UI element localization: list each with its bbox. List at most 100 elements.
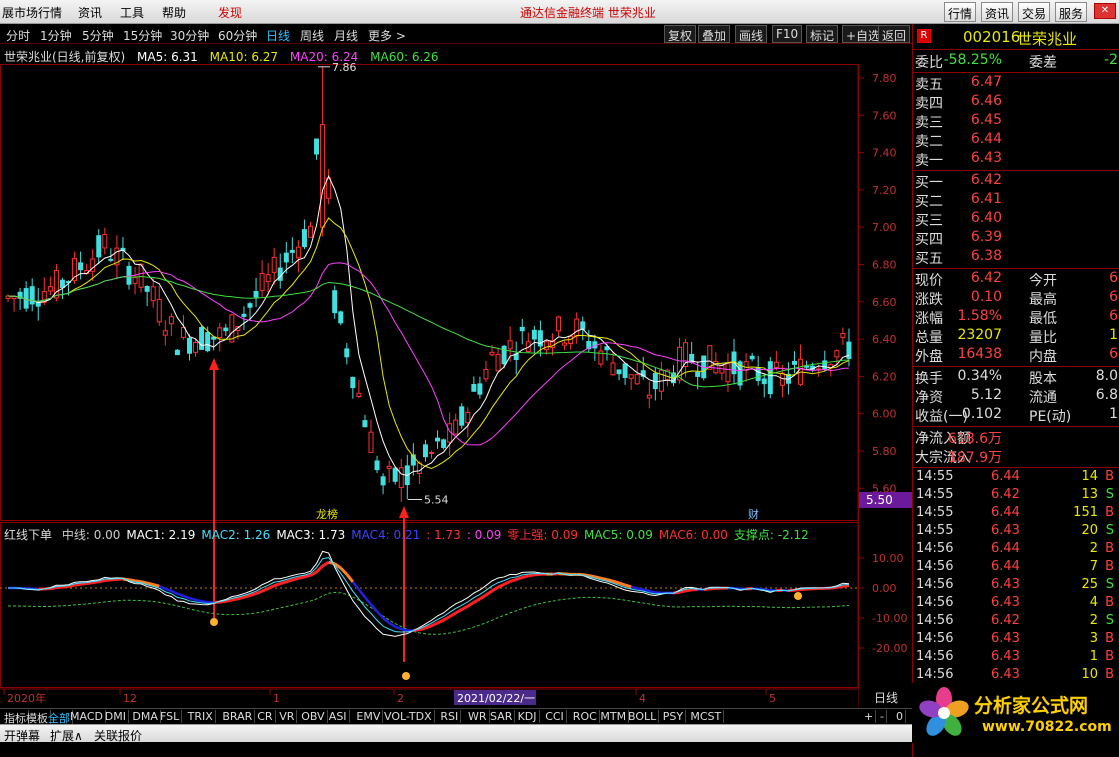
indicator-tab[interactable]: PSY — [661, 710, 687, 723]
stock-name: 世荣兆业 — [1017, 30, 1078, 48]
row-value: 5.12 — [970, 387, 1002, 403]
fuquan-button[interactable]: 复权 — [664, 25, 697, 43]
chart-area[interactable]: 7.80 7.60 7.40 7.20 7.00 6.80 6.60 6.40 6.20 6.00… — [0, 44, 912, 709]
tick-row: 14:56 6.43 1 B — [913, 649, 1119, 667]
menu-market[interactable]: 展市场行情 — [2, 4, 62, 21]
quote-button[interactable]: 行情 — [944, 2, 977, 22]
indicator-tab[interactable]: EMV — [354, 710, 384, 723]
indicator-tab[interactable]: CCI — [543, 710, 567, 723]
indicator-tab[interactable]: BRAR — [220, 710, 256, 723]
tick-cell: S — [1105, 523, 1114, 538]
indicator-name: 红线下单 — [4, 528, 53, 542]
tick-cell: 6.43 — [991, 631, 1020, 646]
candle-body — [441, 439, 447, 448]
candle-body — [259, 273, 265, 292]
indicator-tab[interactable]: CR — [255, 710, 276, 723]
mac-segment — [231, 597, 239, 602]
candle-body — [386, 465, 392, 469]
mac4-line — [7, 560, 850, 632]
menu-help[interactable]: 帮助 — [162, 4, 186, 21]
news-button[interactable]: 资讯 — [981, 2, 1014, 22]
indicator-tab[interactable]: VOL-TDX — [382, 710, 435, 723]
indicator-tab[interactable]: MACD — [68, 710, 106, 723]
x-tick-label: 2020年 — [7, 691, 46, 705]
row-value: 6.38 — [970, 248, 1002, 264]
mac2-line — [7, 557, 849, 633]
tab-control[interactable]: + — [862, 710, 877, 723]
indicator-tab[interactable]: KDJ — [516, 710, 540, 723]
mac-segment — [291, 576, 299, 582]
period-tab[interactable]: 5分钟 — [82, 27, 114, 44]
period-tab[interactable]: 1分钟 — [40, 27, 72, 44]
indicator-tab[interactable]: BOLL — [626, 710, 660, 723]
indicator-tab[interactable]: OBV — [299, 710, 328, 723]
trade-button[interactable]: 交易 — [1018, 2, 1051, 22]
period-tab[interactable]: 30分钟 — [170, 27, 209, 44]
indicator-tab[interactable]: MTM — [598, 710, 630, 723]
menu-tools[interactable]: 工具 — [120, 4, 144, 21]
indicator-tab[interactable]: VR — [277, 710, 298, 723]
mac-segment — [56, 585, 63, 590]
mark-button[interactable]: 标记 — [806, 25, 839, 43]
quote-panel: R 002016 世荣兆业 委比 -58.25% 委差 -2 卖五 6.47 卖四 6.46 卖… — [912, 24, 1119, 757]
period-tab[interactable]: 月线 — [334, 27, 358, 44]
indicator-tab[interactable]: ASI — [327, 710, 350, 723]
hand-marker-icon — [402, 672, 410, 680]
indicator-tab[interactable]: MCST — [688, 710, 725, 723]
expand-button[interactable]: 扩展∧ — [50, 727, 83, 744]
candle-body — [531, 329, 537, 340]
candle-body — [840, 333, 846, 338]
period-tab[interactable]: 60分钟 — [218, 27, 257, 44]
close-icon[interactable]: ✕ — [1094, 3, 1116, 19]
ma-line — [7, 217, 850, 469]
buy-level: 买五 6.38 — [913, 248, 1119, 267]
tab-control[interactable]: - — [878, 710, 887, 723]
indicator-value: MAC5: 0.09 — [583, 528, 653, 542]
row-label: 卖五 — [915, 77, 943, 93]
mac-segment — [606, 578, 614, 583]
period-tab[interactable]: 15分钟 — [123, 27, 162, 44]
indicator-tab[interactable]: RSI — [438, 710, 462, 723]
danmaku-button[interactable]: 开弹幕 — [4, 727, 40, 744]
period-tab[interactable]: 分时 — [6, 27, 30, 44]
indicator-tab[interactable]: DMI — [103, 710, 130, 723]
candle-body — [773, 361, 779, 368]
overlay-button[interactable]: 叠加 — [698, 25, 731, 43]
kline-chart[interactable]: 7.80 7.60 7.40 7.20 7.00 6.80 6.60 6.40 6.20 6.00… — [0, 44, 912, 709]
back-button[interactable]: 返回 — [878, 25, 911, 43]
candle-body — [556, 316, 562, 332]
f10-button[interactable]: F10 — [772, 25, 803, 43]
period-tab-active[interactable]: 日线 — [266, 27, 290, 44]
more-periods[interactable]: 更多 > — [368, 27, 406, 44]
candle-body — [217, 327, 223, 338]
y-tick-label: 7.20 — [872, 184, 897, 197]
row-value2: -2 — [1104, 52, 1118, 68]
indicator-tab[interactable]: DMA — [130, 710, 161, 723]
mac-segment — [146, 581, 154, 586]
mac-segment — [430, 621, 439, 628]
indicator-tab[interactable]: WR — [466, 710, 490, 723]
menu-news[interactable]: 资讯 — [78, 4, 102, 21]
draw-button[interactable]: 画线 — [735, 25, 768, 43]
menu-discover[interactable]: 发现 — [218, 4, 242, 21]
tick-cell: 13 — [1081, 487, 1098, 502]
row-value: 6.47 — [970, 74, 1002, 90]
y-tick-label: 6.60 — [872, 296, 897, 309]
indicator-tab[interactable]: SAR — [488, 710, 516, 723]
mac-segment — [304, 573, 311, 579]
row-label: 总量 — [915, 330, 943, 346]
service-button[interactable]: 服务 — [1055, 2, 1088, 22]
related-quote-button[interactable]: 关联报价 — [94, 727, 142, 744]
quote-stat: 现价 6.42 今开 6 — [913, 270, 1119, 289]
indicator-tab[interactable]: TRIX — [186, 710, 216, 723]
sell-level: 卖五 6.47 — [913, 74, 1119, 93]
candle-body — [495, 353, 501, 372]
candle-body — [471, 383, 477, 392]
period-tab[interactable]: 周线 — [300, 27, 324, 44]
tab-control[interactable]: 0 — [894, 710, 906, 723]
tick-cell: 6.43 — [991, 649, 1020, 664]
sell-level: 卖二 6.44 — [913, 131, 1119, 150]
indicator-tab[interactable]: FSL — [158, 710, 183, 723]
indicator-tab[interactable]: ROC — [571, 710, 600, 723]
logo-text: 分析家公式网 — [974, 695, 1089, 717]
